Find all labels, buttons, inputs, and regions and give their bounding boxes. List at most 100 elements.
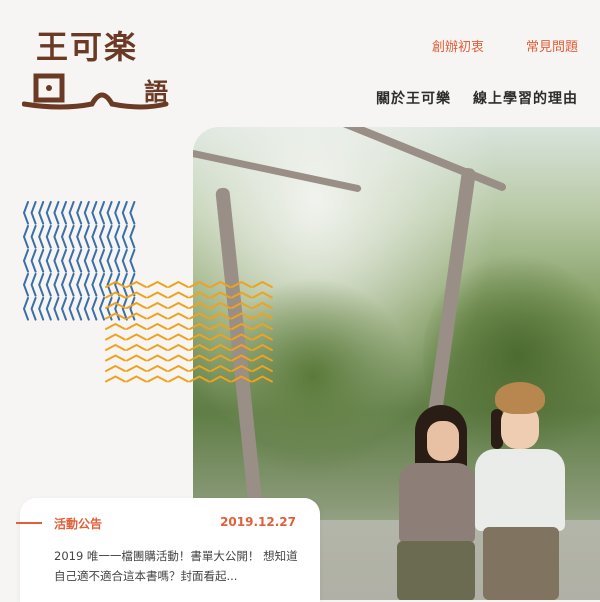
wave-stroke (126, 291, 147, 299)
wave-stroke (45, 273, 52, 297)
wave-stroke (38, 225, 45, 249)
wave-stroke (98, 201, 105, 225)
wave-stroke (129, 225, 136, 249)
wave-stroke (189, 343, 210, 351)
wave-stroke (22, 225, 29, 249)
wave-stroke (45, 201, 52, 225)
wave-stroke (53, 297, 60, 321)
wave-stroke (210, 375, 231, 383)
wave-stroke (105, 354, 126, 362)
wave-stroke (22, 201, 29, 225)
wave-stroke (83, 249, 90, 273)
wave-stroke (60, 249, 67, 273)
wave-stroke (231, 280, 252, 288)
wave-stroke (106, 225, 113, 249)
wave-stroke (126, 333, 147, 341)
person-figure (483, 527, 559, 600)
wave-stroke (83, 297, 90, 321)
announcement-date: 2019.12.27 (220, 515, 296, 529)
announcement-card[interactable]: 活動公告 2019.12.27 2019 唯一一檔團購活動！書單大公開！ 想知道… (16, 498, 320, 602)
wave-stroke (105, 291, 126, 299)
wave-stroke (98, 249, 105, 273)
person-figure (399, 463, 475, 543)
nav-link-online-learning[interactable]: 線上學習的理由 (473, 88, 578, 108)
wave-stroke (252, 291, 273, 299)
logo-text: 王可楽 (36, 28, 139, 66)
wave-stroke (105, 280, 126, 288)
wave-stroke (83, 273, 90, 297)
wave-stroke (168, 312, 189, 320)
wave-stroke (231, 312, 252, 320)
wave-stroke (68, 249, 75, 273)
wave-stroke (147, 291, 168, 299)
wave-stroke (147, 343, 168, 351)
wave-stroke (147, 375, 168, 383)
person-figure (427, 421, 459, 461)
wave-stroke (126, 322, 147, 330)
nav-link-faq[interactable]: 常見問題 (526, 36, 578, 55)
wave-stroke (252, 333, 273, 341)
wave-stroke (60, 297, 67, 321)
brand-logo[interactable]: 王可楽 語 (22, 22, 170, 112)
wave-stroke (114, 201, 121, 225)
wave-stroke (68, 201, 75, 225)
wave-stroke (147, 312, 168, 320)
wave-stroke (105, 312, 126, 320)
wave-stroke (45, 249, 52, 273)
wave-stroke (168, 364, 189, 372)
wave-stroke (252, 343, 273, 351)
wave-stroke (210, 291, 231, 299)
wave-stroke (98, 225, 105, 249)
main-nav: 關於王可樂 線上學習的理由 (376, 88, 578, 108)
wave-stroke (105, 375, 126, 383)
wave-stroke (76, 297, 83, 321)
wave-stroke (68, 273, 75, 297)
person-figure (475, 449, 565, 531)
announcement-title: 活動公告 (54, 517, 103, 531)
wave-stroke (252, 280, 273, 288)
wave-stroke (210, 301, 231, 309)
wave-stroke (105, 364, 126, 372)
wave-stroke (91, 225, 98, 249)
nav-link-founding[interactable]: 創辦初衷 (432, 36, 484, 55)
wave-stroke (168, 301, 189, 309)
wave-stroke (114, 225, 121, 249)
wave-stroke (210, 354, 231, 362)
wave-stroke (38, 297, 45, 321)
wave-stroke (189, 364, 210, 372)
wave-stroke (210, 312, 231, 320)
wave-stroke (121, 249, 128, 273)
wave-stroke (30, 249, 37, 273)
wave-stroke (231, 375, 252, 383)
wave-stroke (231, 322, 252, 330)
wave-stroke (189, 291, 210, 299)
wave-stroke (189, 322, 210, 330)
wave-stroke (231, 354, 252, 362)
wave-stroke (168, 333, 189, 341)
wave-stroke (83, 225, 90, 249)
wave-stroke (189, 280, 210, 288)
wave-stroke (126, 343, 147, 351)
wave-stroke (252, 322, 273, 330)
wave-stroke (91, 297, 98, 321)
nav-link-about[interactable]: 關於王可樂 (376, 88, 451, 108)
wave-stroke (147, 322, 168, 330)
wave-stroke (252, 364, 273, 372)
wave-stroke (68, 297, 75, 321)
wave-stroke (168, 354, 189, 362)
wave-stroke (53, 201, 60, 225)
wave-stroke (231, 343, 252, 351)
wave-stroke (30, 225, 37, 249)
wave-stroke (105, 343, 126, 351)
wave-stroke (38, 273, 45, 297)
wave-stroke (22, 273, 29, 297)
announcement-body[interactable]: 2019 唯一一檔團購活動！書單大公開！ 想知道自己適不適合這本書嗎？封面看起.… (54, 546, 304, 586)
person-figure (495, 382, 545, 414)
wave-stroke (126, 280, 147, 288)
wave-stroke (106, 249, 113, 273)
wave-stroke (126, 364, 147, 372)
wave-stroke (60, 273, 67, 297)
wave-stroke (147, 280, 168, 288)
wave-stroke (105, 333, 126, 341)
wave-stroke (210, 364, 231, 372)
